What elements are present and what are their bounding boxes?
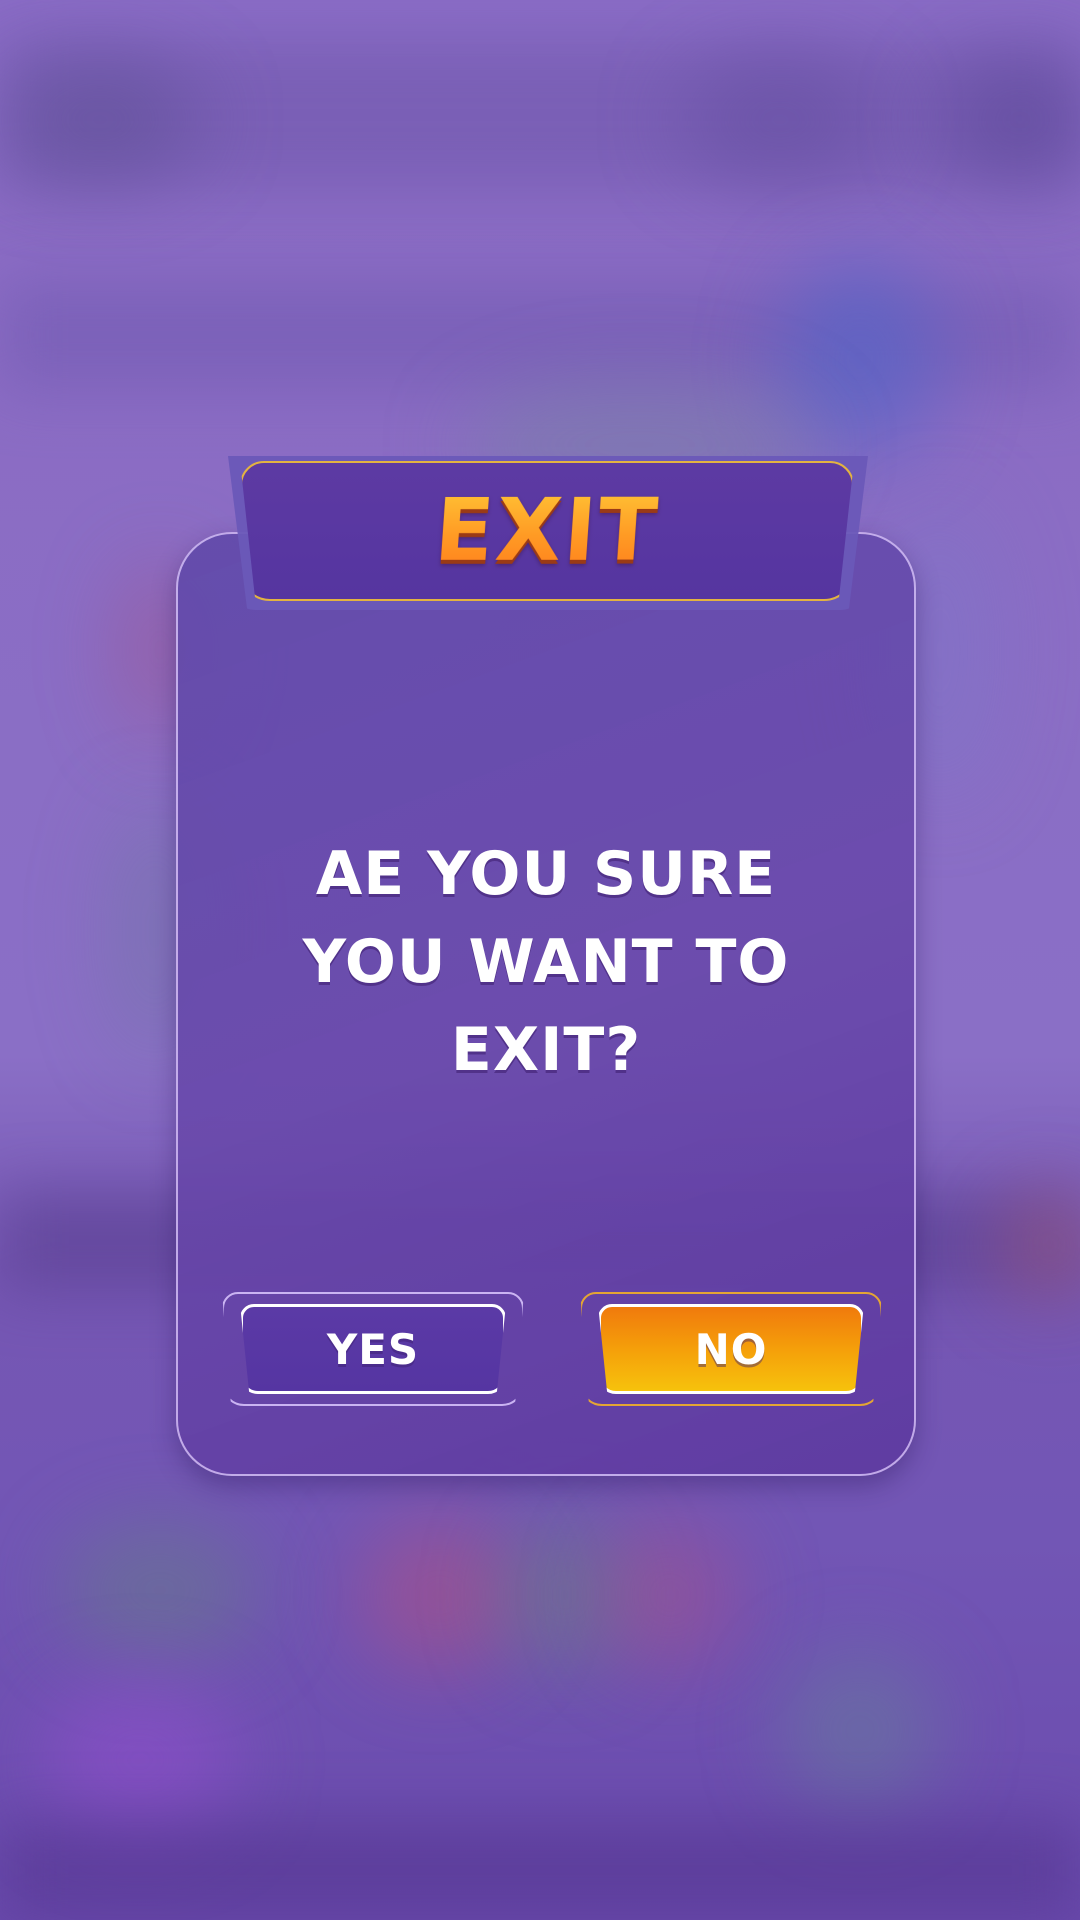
bg-blob (780, 1650, 940, 1810)
exit-confirmation-message: AE YOU SURE YOU WANT TO EXIT? (276, 830, 816, 1094)
dialog-title: EXIT (431, 481, 663, 581)
bg-blob (600, 1520, 740, 1670)
bg-bottom-band (0, 1820, 1080, 1920)
no-button-label: NO (694, 1324, 768, 1374)
dialog-header: EXIT (240, 461, 854, 601)
message-line: AE YOU SURE (315, 839, 777, 909)
no-button[interactable]: NO (598, 1304, 864, 1394)
message-line: YOU WANT TO (302, 927, 790, 997)
message-line: EXIT? (450, 1015, 642, 1085)
bg-blob (360, 1520, 520, 1670)
bg-blob (60, 1520, 260, 1660)
bg-blob (40, 1680, 240, 1840)
bg-blob (0, 60, 200, 180)
yes-button-label: YES (326, 1324, 420, 1374)
yes-button[interactable]: YES (240, 1304, 506, 1394)
bg-blob (680, 60, 880, 180)
